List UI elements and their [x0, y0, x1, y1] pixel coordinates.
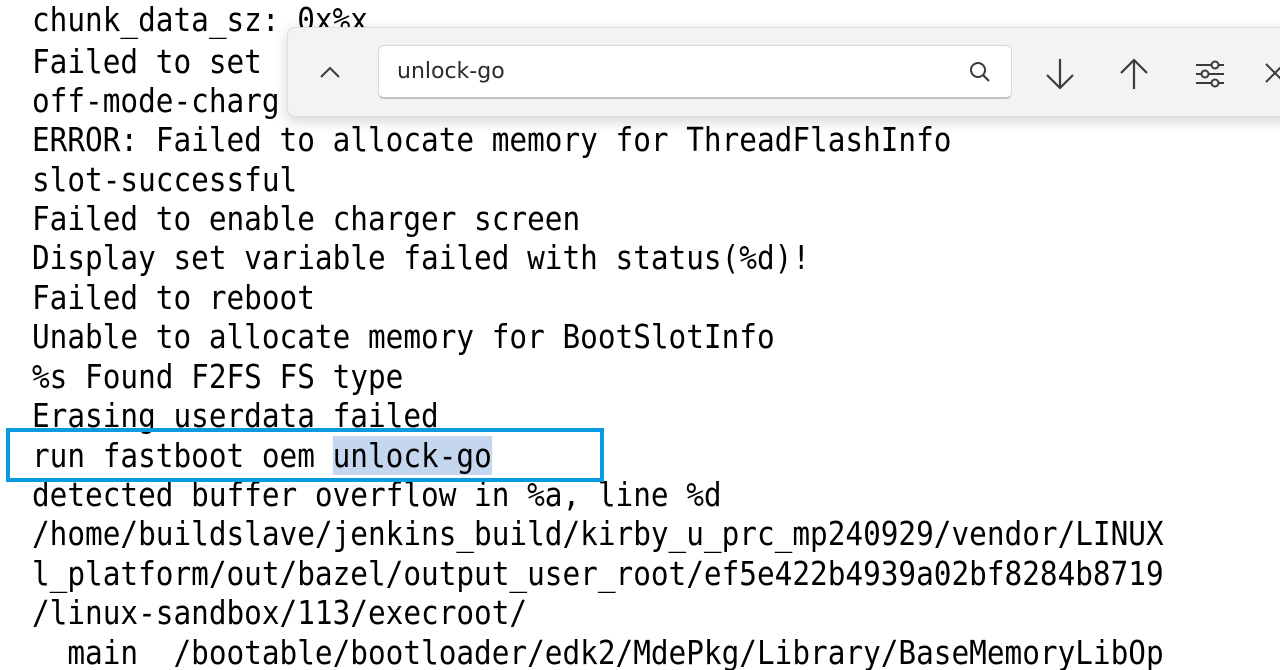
match-annotation-box	[6, 428, 604, 482]
find-bar	[287, 27, 1280, 117]
text-line: Display set variable failed with status(…	[32, 238, 811, 277]
previous-match-button[interactable]	[1114, 54, 1154, 94]
text-line: Failed to reboot	[32, 278, 315, 317]
find-input-box[interactable]	[378, 45, 1012, 99]
text-line: l_platform/out/bazel/output_user_root/ef…	[32, 554, 1164, 593]
search-icon[interactable]	[967, 59, 993, 85]
arrow-down-icon	[1044, 57, 1076, 91]
chevron-up-icon	[319, 65, 341, 79]
text-line: Failed to set	[32, 42, 262, 81]
arrow-up-icon	[1118, 57, 1150, 91]
next-match-button[interactable]	[1040, 54, 1080, 94]
close-icon	[1264, 62, 1280, 84]
text-line: ERROR: Failed to allocate memory for Thr…	[32, 120, 952, 159]
find-options-button[interactable]	[1190, 54, 1230, 94]
text-line: off-mode-charg	[32, 81, 280, 120]
text-line: /linux-sandbox/113/execroot/	[32, 593, 528, 632]
close-find-button[interactable]	[1264, 56, 1280, 90]
sliders-icon	[1194, 59, 1226, 89]
text-line: %s Found F2FS FS type	[32, 357, 404, 396]
find-input[interactable]	[397, 46, 957, 96]
collapse-button[interactable]	[314, 56, 346, 88]
text-line: Failed to enable charger screen	[32, 199, 581, 238]
text-line: /home/buildslave/jenkins_build/kirby_u_p…	[32, 514, 1164, 553]
text-line: __main__/bootable/bootloader/edk2/MdePkg…	[32, 633, 1164, 670]
text-line: slot-successful	[32, 160, 298, 199]
text-line: Unable to allocate memory for BootSlotIn…	[32, 317, 775, 356]
